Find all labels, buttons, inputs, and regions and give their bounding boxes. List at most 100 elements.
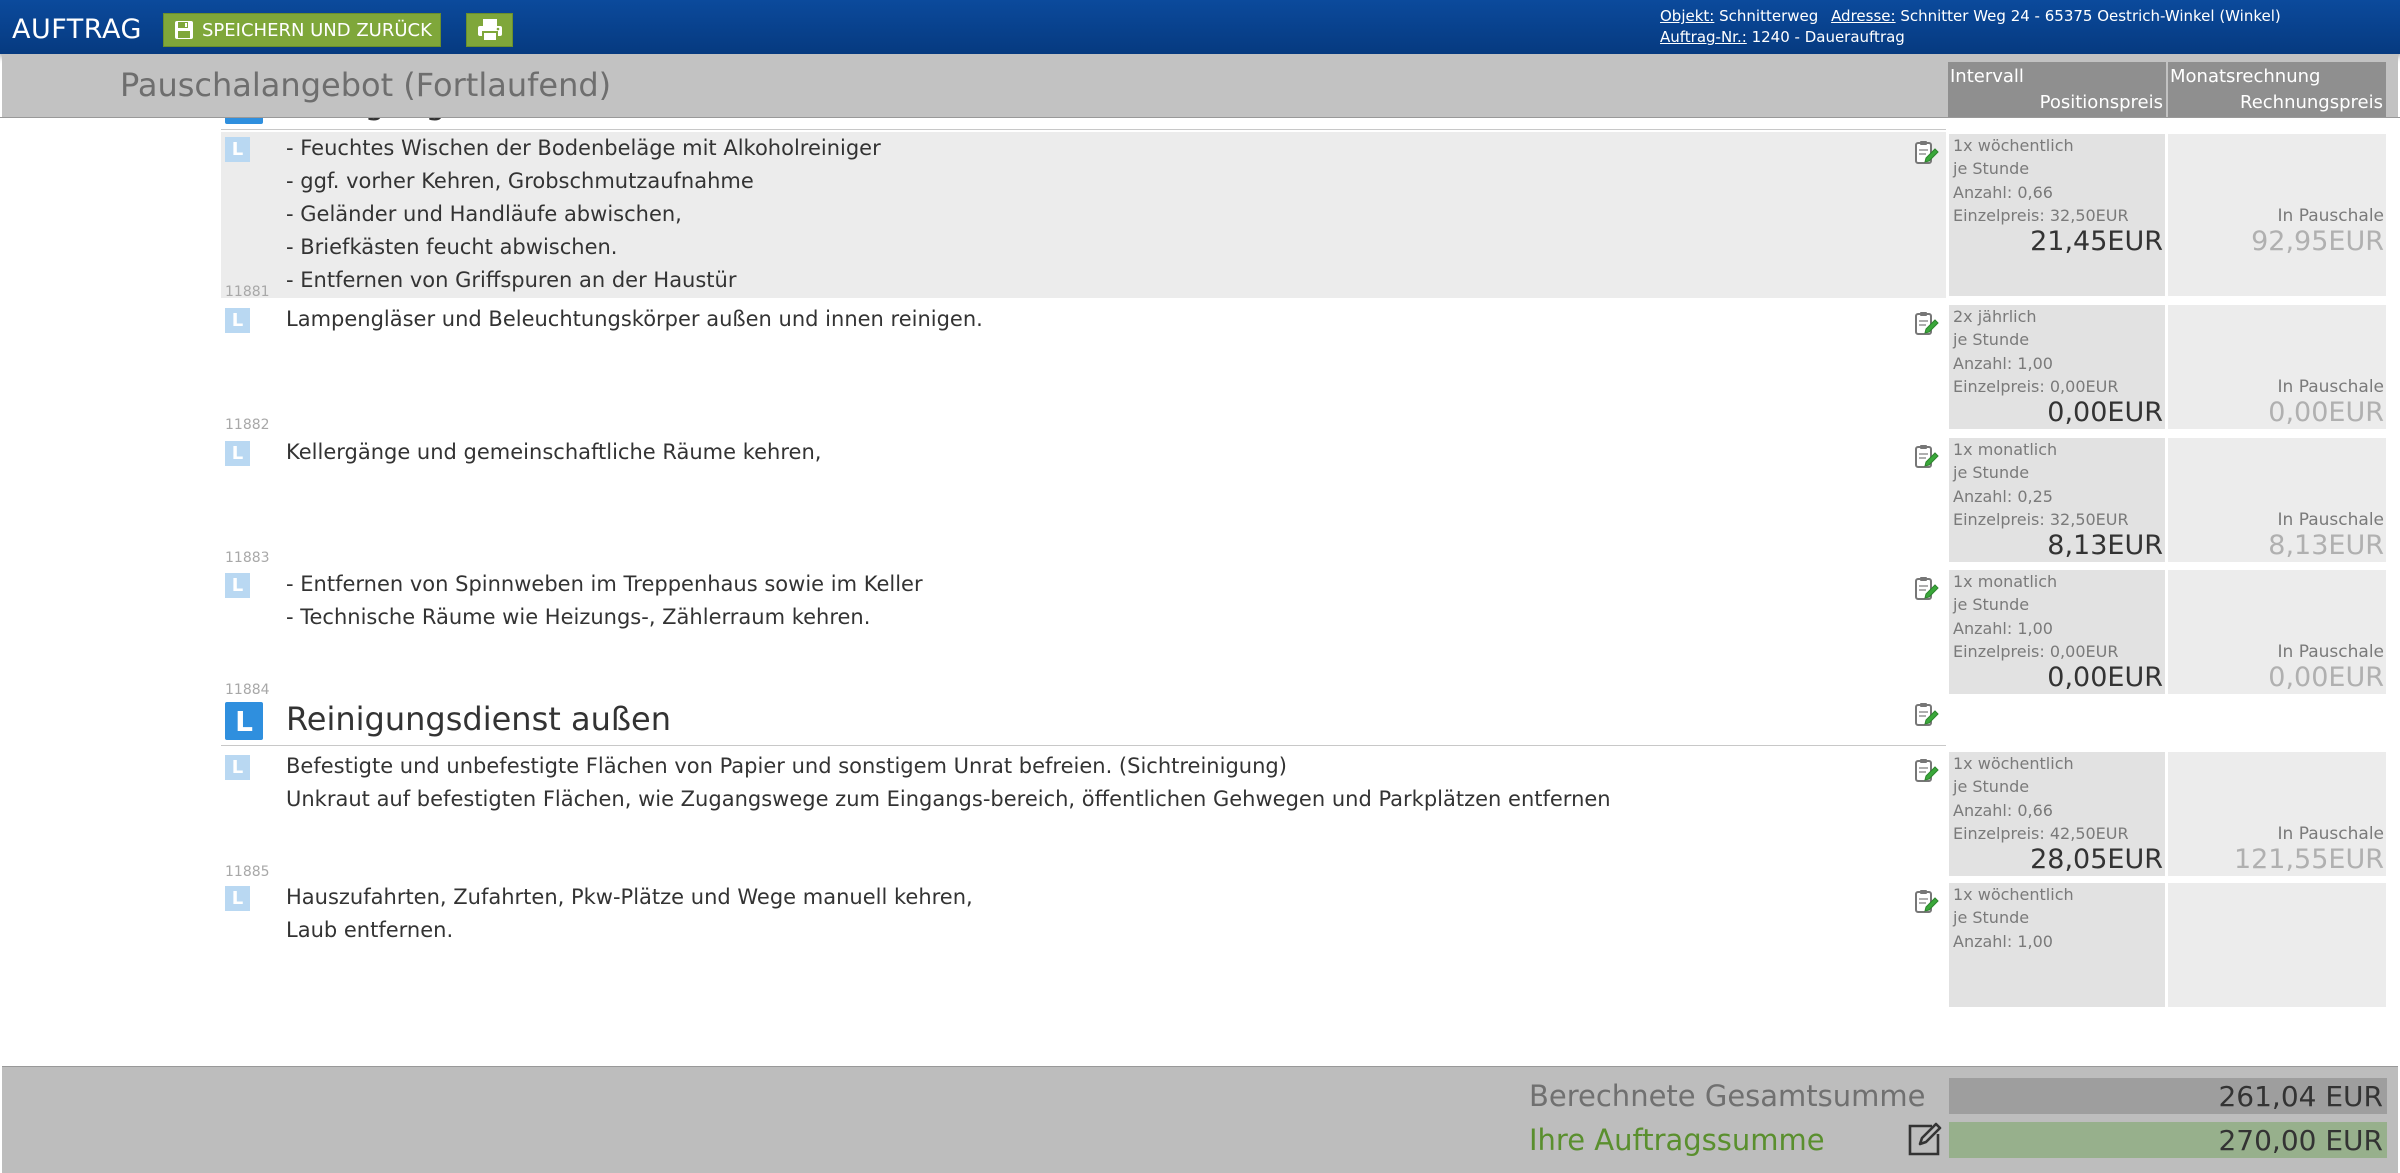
position-edit-button[interactable] — [1913, 140, 1939, 168]
order-total-value: 270,00 EUR — [2218, 1124, 2383, 1157]
print-button[interactable] — [466, 13, 513, 47]
billing-price: 92,95EUR — [2251, 226, 2384, 257]
position-badge: L — [225, 308, 250, 333]
description-line: - Technische Räume wie Heizungs-, Zähler… — [286, 605, 871, 629]
clipboard-edit-icon — [1915, 141, 1939, 164]
objekt-key: Objekt: — [1660, 7, 1715, 25]
billing-price: 0,00EUR — [2268, 397, 2384, 428]
quantity-text: Anzahl: 1,00 — [1953, 619, 2053, 638]
billing-price: 121,55EUR — [2233, 844, 2384, 875]
unit-text: je Stunde — [1953, 463, 2030, 482]
billing-label: In Pauschale — [2277, 824, 2384, 844]
adresse-key: Adresse: — [1831, 7, 1896, 25]
description-line: Kellergänge und gemeinschaftliche Räume … — [286, 440, 822, 464]
column-header-interval: Intervall Positionspreis — [1948, 62, 2166, 118]
position-price: 21,45EUR — [2030, 226, 2163, 257]
position-description: Hauszufahrten, Zufahrten, Pkw-Plätze und… — [286, 881, 973, 947]
calculated-total-value: 261,04 EUR — [2218, 1080, 2383, 1113]
unit-text: je Stunde — [1953, 908, 2030, 927]
clipboard-edit-icon — [1915, 703, 1939, 726]
position-id: 11885 — [225, 864, 270, 880]
column-header-monthly-top: Monatsrechnung — [2170, 66, 2321, 87]
position-edit-button[interactable] — [1913, 576, 1939, 604]
printer-icon — [477, 19, 502, 42]
description-line: - Feuchtes Wischen der Bodenbeläge mit A… — [286, 136, 881, 160]
section-title: Reinigungsdienst außen — [286, 700, 671, 738]
calculated-total-box: 261,04 EUR — [1949, 1078, 2387, 1114]
billing-label: In Pauschale — [2277, 377, 2384, 397]
position-badge: L — [225, 755, 250, 780]
description-line: Lampengläser und Beleuchtungskörper auße… — [286, 307, 983, 331]
unit-text: je Stunde — [1953, 330, 2030, 349]
interval-text: 1x wöchentlich — [1953, 885, 2074, 904]
unit-text: je Stunde — [1953, 159, 2030, 178]
description-line: Laub entfernen. — [286, 918, 454, 942]
billing-price-cell — [2168, 883, 2386, 1007]
description-line: - Geländer und Handläufe abwischen, — [286, 202, 682, 226]
description-line: - Entfernen von Spinnweben im Treppenhau… — [286, 572, 923, 596]
floppy-disk-icon — [175, 21, 193, 39]
billing-label: In Pauschale — [2277, 206, 2384, 226]
position-edit-button[interactable] — [1913, 311, 1939, 339]
auftrag-key: Auftrag-Nr.: — [1660, 28, 1747, 46]
interval-text: 1x wöchentlich — [1953, 754, 2074, 773]
position-price-cell: 1x monatlich je Stunde Anzahl: 0,25 Einzelp… — [1949, 438, 2165, 562]
description-line: Hauszufahrten, Zufahrten, Pkw-Plätze und… — [286, 885, 973, 909]
save-button-label: SPEICHERN UND ZURÜCK — [202, 19, 432, 41]
interval-text: 2x jährlich — [1953, 307, 2037, 326]
order-total-label: Ihre Auftragssumme — [1529, 1123, 1825, 1157]
unit-price-text: Einzelpreis: 0,00EUR — [1953, 642, 2119, 661]
app-title: AUFTRAG — [12, 14, 142, 45]
section-divider — [221, 745, 1946, 746]
auftrag-value: 1240 - Dauerauftrag — [1751, 28, 1905, 46]
interval-text: 1x monatlich — [1953, 440, 2058, 459]
unit-price-text: Einzelpreis: 32,50EUR — [1953, 510, 2129, 529]
billing-price: 0,00EUR — [2268, 662, 2384, 693]
save-and-back-button[interactable]: SPEICHERN UND ZURÜCK — [163, 13, 441, 47]
edit-order-total-button[interactable] — [1904, 1120, 1944, 1158]
top-bar: AUFTRAG SPEICHERN UND ZURÜCK Objekt: Sch… — [0, 0, 2400, 54]
position-badge: L — [225, 137, 250, 162]
description-line: Befestigte und unbefestigte Flächen von … — [286, 754, 1287, 778]
order-total-box: 270,00 EUR — [1949, 1122, 2387, 1158]
unit-text: je Stunde — [1953, 777, 2030, 796]
column-header-monthly: Monatsrechnung Rechnungspreis — [2168, 62, 2386, 118]
position-id: 11884 — [225, 682, 270, 698]
clipboard-edit-icon — [1915, 577, 1939, 600]
unit-price-text: Einzelpreis: 32,50EUR — [1953, 206, 2129, 225]
unit-price-text: Einzelpreis: 42,50EUR — [1953, 824, 2129, 843]
position-price-cell: 1x wöchentlich je Stunde Anzahl: 0,66 Einze… — [1949, 752, 2165, 876]
position-price: 28,05EUR — [2030, 844, 2163, 875]
billing-price-cell: In Pauschale 8,13EUR — [2168, 438, 2386, 562]
position-description: Lampengläser und Beleuchtungskörper auße… — [286, 303, 983, 336]
clipboard-edit-icon — [1915, 890, 1939, 913]
calculated-total-label: Berechnete Gesamtsumme — [1529, 1079, 1926, 1113]
position-price: 0,00EUR — [2047, 662, 2163, 693]
position-price-cell: 1x monatlich je Stunde Anzahl: 1,00 Einzelp… — [1949, 570, 2165, 694]
position-edit-button[interactable] — [1913, 889, 1939, 917]
section-badge: L — [225, 702, 263, 740]
position-edit-button[interactable] — [1913, 758, 1939, 786]
adresse-value: Schnitter Weg 24 - 65375 Oestrich-Winkel… — [1900, 7, 2281, 25]
section-badge: L — [225, 118, 263, 124]
clipboard-edit-icon — [1915, 759, 1939, 782]
position-id: 11883 — [225, 550, 270, 566]
description-line: - Entfernen von Griffspuren an der Haust… — [286, 268, 737, 292]
position-badge: L — [225, 573, 250, 598]
interval-text: 1x monatlich — [1953, 572, 2058, 591]
position-price-cell: 1x wöchentlich je Stunde Anzahl: 0,66 Einze… — [1949, 134, 2165, 296]
position-edit-button[interactable] — [1913, 444, 1939, 472]
position-list: L Reinigungsdienst innen L 11881 - Feuchtes … — [0, 118, 2400, 1068]
clipboard-edit-icon — [1915, 312, 1939, 335]
position-badge: L — [225, 886, 250, 911]
position-badge: L — [225, 441, 250, 466]
quantity-text: Anzahl: 1,00 — [1953, 932, 2053, 951]
quantity-text: Anzahl: 0,66 — [1953, 183, 2053, 202]
position-price-cell: 1x wöchentlich je Stunde Anzahl: 1,00 — [1949, 883, 2165, 1007]
interval-text: 1x wöchentlich — [1953, 136, 2074, 155]
clipboard-edit-icon — [1915, 445, 1939, 468]
page-title: Pauschalangebot (Fortlaufend) — [120, 66, 612, 104]
unit-text: je Stunde — [1953, 595, 2030, 614]
section-edit-button[interactable] — [1913, 702, 1939, 730]
quantity-text: Anzahl: 0,25 — [1953, 487, 2053, 506]
